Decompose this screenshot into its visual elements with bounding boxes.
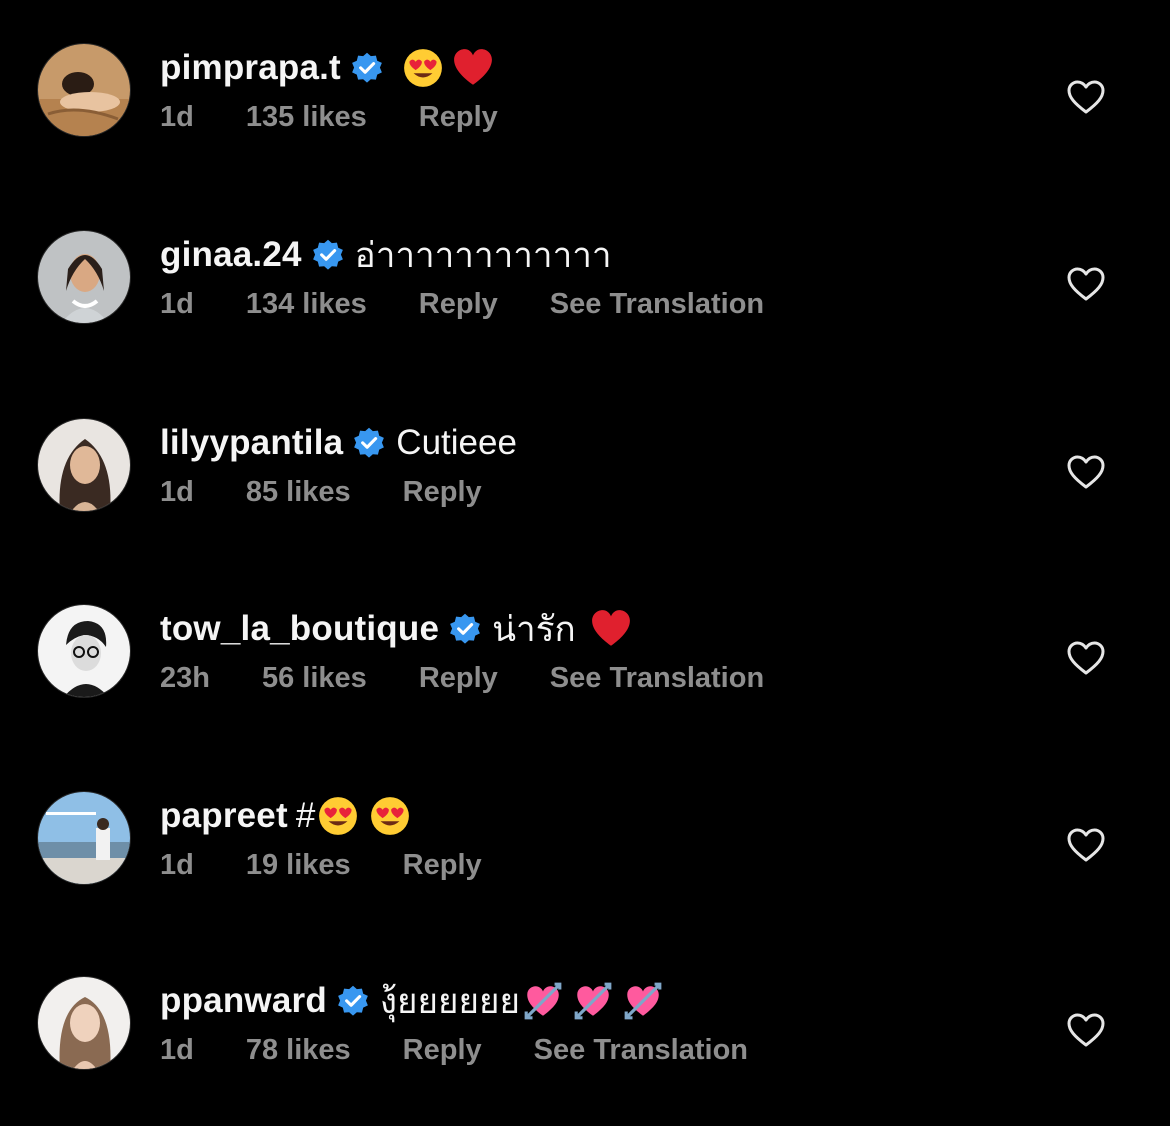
avatar[interactable]	[37, 230, 131, 324]
comment-meta: 1d 19 likes Reply	[160, 849, 534, 882]
username[interactable]: ppanward	[160, 981, 327, 1021]
reply-button[interactable]: Reply	[419, 101, 498, 134]
verified-badge-icon	[448, 612, 482, 646]
reply-button[interactable]: Reply	[403, 476, 482, 509]
heart-outline-icon[interactable]	[1066, 266, 1106, 302]
comment-meta: 23h 56 likes Reply See Translation	[160, 662, 816, 695]
comment-text: Cutieee	[396, 423, 517, 462]
avatar[interactable]	[37, 976, 131, 1070]
comment-item: ginaa.24 อ่าาาาาาาาาาาา 1d 134 likes Rep…	[0, 230, 1170, 380]
username[interactable]: ginaa.24	[160, 235, 302, 275]
reply-button[interactable]: Reply	[403, 849, 482, 882]
see-translation-button[interactable]: See Translation	[534, 1034, 748, 1067]
comment-header: tow_la_boutique น่ารัก	[160, 604, 632, 654]
avatar[interactable]	[37, 791, 131, 885]
timestamp: 1d	[160, 288, 194, 320]
username[interactable]: tow_la_boutique	[160, 609, 439, 649]
comment-meta: 1d 134 likes Reply See Translation	[160, 288, 816, 321]
reply-button[interactable]: Reply	[403, 1034, 482, 1067]
reply-button[interactable]: Reply	[419, 662, 498, 695]
timestamp: 1d	[160, 101, 194, 133]
comment-item: ppanward งุ้ยยยยยย 1d 78 likes Reply See…	[0, 976, 1170, 1126]
see-translation-button[interactable]: See Translation	[550, 662, 764, 695]
heart-with-arrow-emoji	[572, 980, 614, 1022]
heart-eyes-emoji	[369, 795, 411, 837]
avatar[interactable]	[37, 604, 131, 698]
likes-count[interactable]: 56 likes	[262, 662, 367, 695]
verified-badge-icon	[352, 426, 386, 460]
comment-meta: 1d 85 likes Reply	[160, 476, 534, 509]
likes-count[interactable]: 135 likes	[246, 101, 367, 134]
heart-outline-icon[interactable]	[1066, 79, 1106, 115]
see-translation-button[interactable]: See Translation	[550, 288, 764, 321]
comment-header: papreet #	[160, 791, 411, 841]
timestamp: 1d	[160, 476, 194, 508]
red-heart-emoji	[590, 608, 632, 650]
comment-text: #	[295, 796, 316, 835]
comment-header: ginaa.24 อ่าาาาาาาาาาาา	[160, 230, 612, 280]
timestamp: 23h	[160, 662, 210, 694]
red-heart-emoji	[452, 47, 494, 89]
heart-outline-icon[interactable]	[1066, 640, 1106, 676]
comment-item: lilyypantila Cutieee 1d 85 likes Reply	[0, 418, 1170, 568]
reply-button[interactable]: Reply	[419, 288, 498, 321]
timestamp: 1d	[160, 849, 194, 881]
comment-item: papreet # 1d 19 likes Reply	[0, 791, 1170, 941]
verified-badge-icon	[311, 238, 345, 272]
comment-item: tow_la_boutique น่ารัก 23h 56 likes Repl…	[0, 604, 1170, 754]
heart-outline-icon[interactable]	[1066, 454, 1106, 490]
heart-with-arrow-emoji	[622, 980, 664, 1022]
username[interactable]: pimprapa.t	[160, 48, 341, 88]
verified-badge-icon	[336, 984, 370, 1018]
timestamp: 1d	[160, 1034, 194, 1066]
heart-eyes-emoji	[402, 47, 444, 89]
heart-outline-icon[interactable]	[1066, 1012, 1106, 1048]
likes-count[interactable]: 78 likes	[246, 1034, 351, 1067]
comment-text: อ่าาาาาาาาาาาา	[354, 235, 612, 275]
heart-with-arrow-emoji	[522, 980, 564, 1022]
comment-text: น่ารัก	[492, 609, 576, 649]
comment-header: ppanward งุ้ยยยยยย	[160, 976, 664, 1026]
comment-header: pimprapa.t	[160, 43, 494, 93]
comment-header: lilyypantila Cutieee	[160, 418, 517, 468]
heart-outline-icon[interactable]	[1066, 827, 1106, 863]
username[interactable]: lilyypantila	[160, 423, 343, 463]
username[interactable]: papreet	[160, 796, 288, 836]
avatar[interactable]	[37, 418, 131, 512]
comment-text: งุ้ยยยยยย	[379, 981, 521, 1021]
comment-item: pimprapa.t 1d 135 likes Reply	[0, 43, 1170, 193]
comment-meta: 1d 78 likes Reply See Translation	[160, 1034, 800, 1067]
verified-badge-icon	[350, 51, 384, 85]
likes-count[interactable]: 19 likes	[246, 849, 351, 882]
likes-count[interactable]: 134 likes	[246, 288, 367, 321]
avatar[interactable]	[37, 43, 131, 137]
heart-eyes-emoji	[317, 795, 359, 837]
comment-meta: 1d 135 likes Reply	[160, 101, 550, 134]
likes-count[interactable]: 85 likes	[246, 476, 351, 509]
